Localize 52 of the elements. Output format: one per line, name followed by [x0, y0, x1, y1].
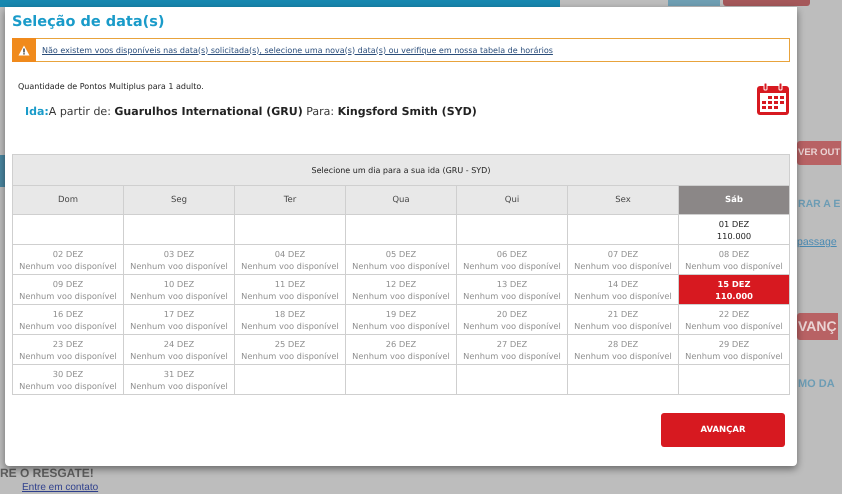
calendar-day: 06 DEZ Nenhum voo disponível — [456, 244, 568, 274]
warning-icon — [12, 38, 36, 62]
weekday-header: Dom — [12, 186, 124, 214]
next-button[interactable]: AVANÇAR — [661, 413, 785, 447]
calendar-day: 10 DEZ Nenhum voo disponível — [124, 274, 234, 304]
calendar-day: 13 DEZ Nenhum voo disponível — [456, 274, 568, 304]
calendar-day[interactable]: 15 DEZ 110.000 — [678, 274, 790, 304]
weekday-header: Sáb — [678, 186, 790, 214]
calendar-day: 16 DEZ Nenhum voo disponível — [12, 304, 124, 334]
calendar-day: 09 DEZ Nenhum voo disponível — [12, 274, 124, 304]
calendar-day: 22 DEZ Nenhum voo disponível — [678, 304, 790, 334]
calendar-day[interactable]: 01 DEZ 110.000 — [678, 214, 790, 244]
calendar-day: 24 DEZ Nenhum voo disponível — [124, 334, 234, 364]
calendar-day: 03 DEZ Nenhum voo disponível — [124, 244, 234, 274]
calendar-day: 12 DEZ Nenhum voo disponível — [346, 274, 456, 304]
calendar-day: 19 DEZ Nenhum voo disponível — [346, 304, 456, 334]
weekday-header: Qua — [346, 186, 456, 214]
calendar-day: 26 DEZ Nenhum voo disponível — [346, 334, 456, 364]
backdrop-heading: RAR A E — [798, 199, 840, 211]
backdrop-heading: MO DA — [798, 378, 835, 390]
calendar-day: 30 DEZ Nenhum voo disponível — [12, 364, 124, 394]
backdrop-button[interactable]: VANÇ — [797, 313, 838, 340]
weekday-header: Seg — [124, 186, 234, 214]
alert-link[interactable]: Não existem voos disponíveis nas data(s) solicitada(s), selecione uma nova(s) data(s) ou verifique em nossa tabela de horários — [42, 46, 553, 54]
calendar-day: 02 DEZ Nenhum voo disponível — [12, 244, 124, 274]
calendar-day: 04 DEZ Nenhum voo disponível — [234, 244, 346, 274]
calendar-day: 07 DEZ Nenhum voo disponível — [568, 244, 678, 274]
backdrop-button[interactable]: VER OUT — [797, 141, 842, 166]
calendar-day: 11 DEZ Nenhum voo disponível — [234, 274, 346, 304]
calendar-day: 17 DEZ Nenhum voo disponível — [124, 304, 234, 334]
calendar-day: 27 DEZ Nenhum voo disponível — [456, 334, 568, 364]
calendar-day: 31 DEZ Nenhum voo disponível — [124, 364, 234, 394]
backdrop-link[interactable]: Entre em contato — [22, 483, 98, 493]
route-text: Ida:A partir de: Guarulhos International (GRU) Para: Kingsford Smith (SYD) — [25, 105, 477, 118]
calendar-caption: Selecione um dia para a sua ida (GRU - SYD) — [12, 154, 790, 186]
weekday-header: Ter — [234, 186, 346, 214]
calendar-day: 18 DEZ Nenhum voo disponível — [234, 304, 346, 334]
weekday-header: Qui — [456, 186, 568, 214]
backdrop-bar — [0, 155, 5, 187]
points-note: Quantidade de Pontos Multiplus para 1 adulto. — [18, 82, 205, 91]
calendar-day: 29 DEZ Nenhum voo disponível — [678, 334, 790, 364]
weekday-header: Sex — [568, 186, 678, 214]
calendar-day: 28 DEZ Nenhum voo disponível — [568, 334, 678, 364]
calendar-day: 25 DEZ Nenhum voo disponível — [234, 334, 346, 364]
calendar-day: 21 DEZ Nenhum voo disponível — [568, 304, 678, 334]
calendar-day: 20 DEZ Nenhum voo disponível — [456, 304, 568, 334]
calendar-icon[interactable] — [756, 82, 790, 116]
dialog-title: Seleção de data(s) — [12, 13, 166, 32]
calendar-day: 23 DEZ Nenhum voo disponível — [12, 334, 124, 364]
backdrop-heading: RE O RESGATE! — [0, 467, 94, 480]
calendar-day: 14 DEZ Nenhum voo disponível — [568, 274, 678, 304]
calendar-day: 05 DEZ Nenhum voo disponível — [346, 244, 456, 274]
